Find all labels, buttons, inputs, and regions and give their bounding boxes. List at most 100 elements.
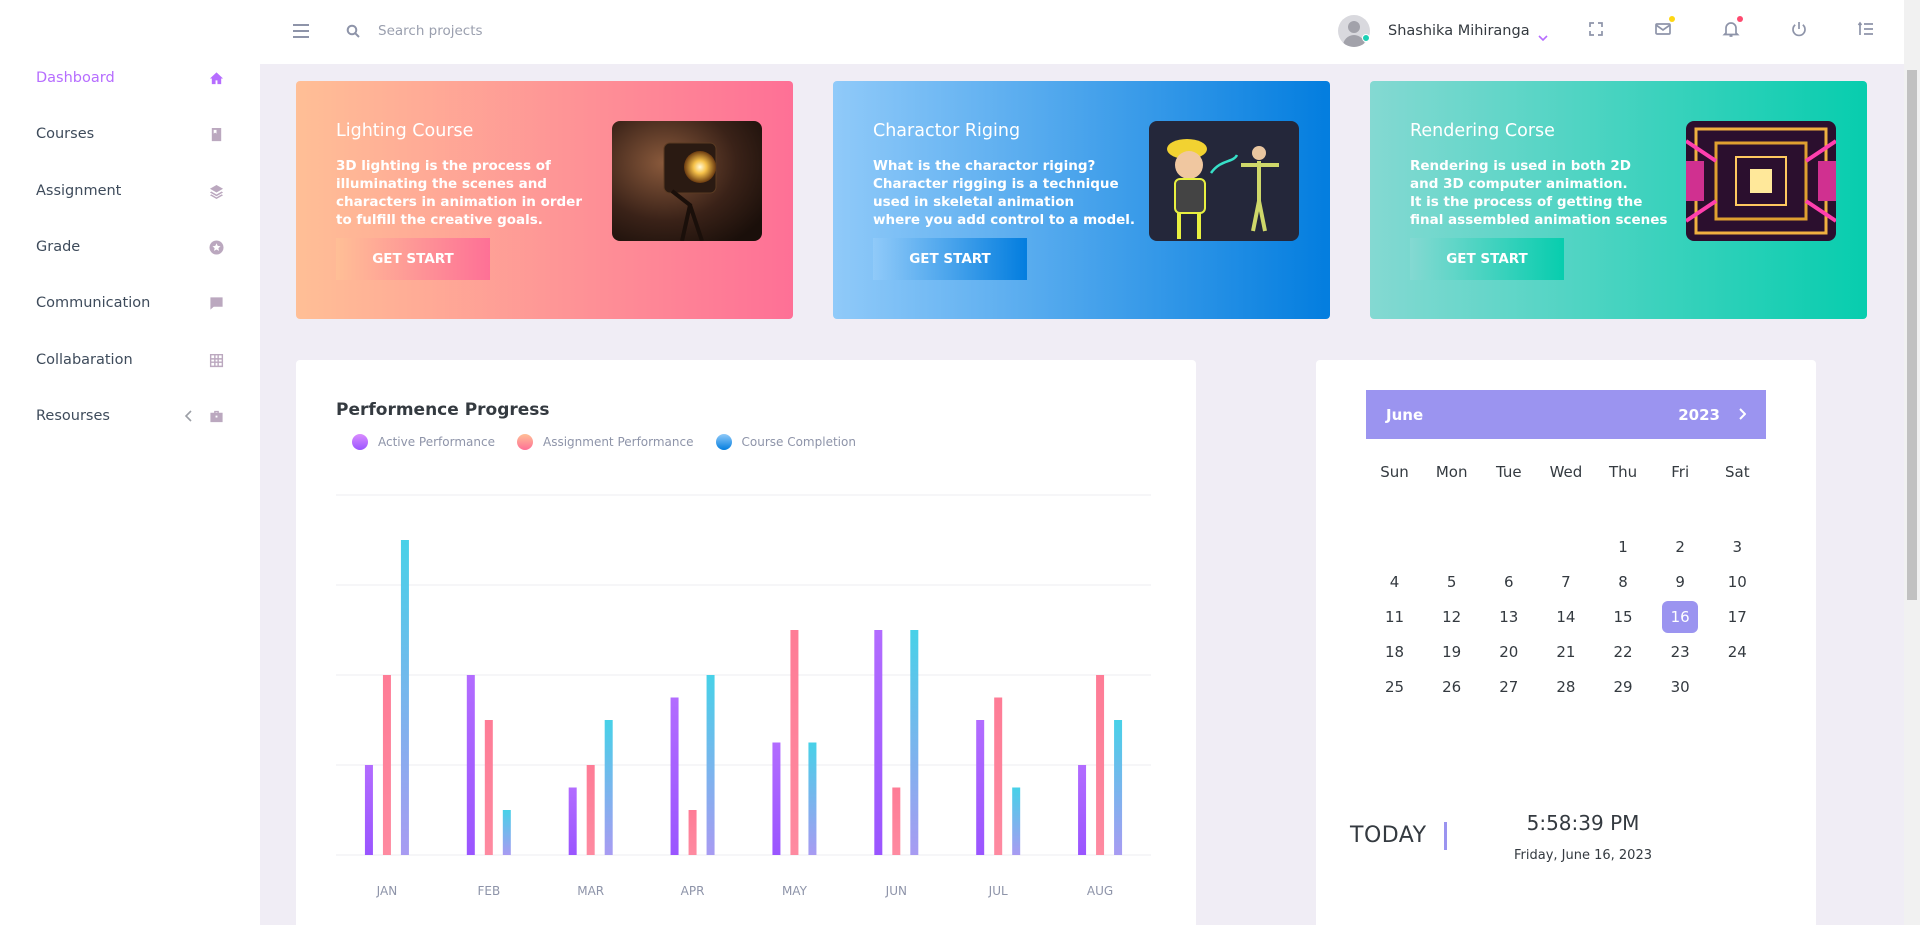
get-start-button[interactable]: GET START	[873, 238, 1027, 280]
home-icon	[208, 70, 224, 86]
mail-icon[interactable]	[1654, 16, 1675, 40]
calendar-day[interactable]: 17	[1709, 601, 1766, 633]
get-start-button[interactable]: GET START	[336, 238, 490, 280]
weekday-label: Mon	[1435, 462, 1468, 481]
calendar-day[interactable]: 13	[1480, 601, 1537, 633]
calendar-day[interactable]: 3	[1709, 531, 1766, 563]
notification-dot	[1737, 16, 1743, 22]
chart-bar[interactable]	[994, 697, 1003, 856]
spotlight-image	[612, 121, 762, 241]
x-tick-label: MAY	[782, 884, 808, 898]
power-icon[interactable]	[1790, 20, 1810, 40]
sidebar: Dashboard Courses Assignment Grade Commu…	[0, 0, 260, 925]
chart-bar[interactable]	[976, 720, 985, 855]
calendar-day[interactable]: 11	[1366, 601, 1423, 633]
calendar-day[interactable]: 28	[1537, 671, 1594, 703]
sidebar-item-label: Assignment	[36, 183, 122, 199]
chart-bar[interactable]	[1096, 675, 1105, 855]
calendar-day[interactable]: 2	[1652, 531, 1709, 563]
sidebar-item-label: Courses	[36, 126, 95, 142]
calendar-day[interactable]: 23	[1652, 636, 1709, 668]
sidebar-item-courses[interactable]: Courses	[36, 114, 224, 154]
chart-bar[interactable]	[1078, 765, 1087, 855]
calendar-day[interactable]: 24	[1709, 636, 1766, 668]
calendar-day[interactable]: 26	[1423, 671, 1480, 703]
calendar-day[interactable]: 27	[1480, 671, 1537, 703]
calendar-day[interactable]: 8	[1595, 566, 1652, 598]
chart-bar[interactable]	[670, 697, 679, 856]
sidebar-item-label: Dashboard	[36, 70, 115, 86]
profile-dropdown[interactable]: Shashika Mihiranga	[1338, 12, 1548, 50]
calendar-day[interactable]: 15	[1595, 601, 1652, 633]
calendar-year: 2023	[1678, 405, 1720, 424]
sidebar-item-dashboard[interactable]: Dashboard	[36, 58, 224, 98]
sidebar-item-grade[interactable]: Grade	[36, 227, 224, 267]
get-start-button[interactable]: GET START	[1410, 238, 1564, 280]
chart-bar[interactable]	[466, 675, 475, 855]
chart-bar[interactable]	[604, 720, 613, 855]
calendar-day[interactable]: 12	[1423, 601, 1480, 633]
calendar-day[interactable]: 14	[1537, 601, 1594, 633]
chart-bar[interactable]	[568, 787, 577, 856]
calendar-day[interactable]: 1	[1595, 531, 1652, 563]
fullscreen-icon[interactable]	[1587, 20, 1607, 40]
calendar-day[interactable]: 22	[1595, 636, 1652, 668]
calendar-day[interactable]: 21	[1537, 636, 1594, 668]
calendar-day[interactable]: 10	[1709, 566, 1766, 598]
chart-bar[interactable]	[364, 765, 373, 855]
calendar-day[interactable]: 20	[1480, 636, 1537, 668]
chart-bar[interactable]	[382, 675, 391, 855]
calendar-day[interactable]: 29	[1595, 671, 1652, 703]
chart-bar[interactable]	[484, 720, 493, 855]
list-icon[interactable]	[1857, 20, 1877, 40]
calendar-day[interactable]: 16	[1662, 600, 1699, 633]
sidebar-item-collabaration[interactable]: Collabaration	[36, 340, 224, 380]
briefcase-icon	[208, 408, 224, 424]
chart-bar[interactable]	[586, 765, 595, 855]
calendar-grid: Sun Mon Tue Wed Thu Fri Sat 1 2 3 4 5 6 7 8 9 10 11 12 13 14…	[1366, 454, 1766, 704]
chart-bar[interactable]	[1012, 787, 1021, 856]
search-icon	[346, 23, 360, 38]
calendar-day[interactable]: 30	[1652, 671, 1709, 703]
calendar-day[interactable]: 25	[1366, 671, 1423, 703]
online-status-dot	[1362, 34, 1370, 42]
rendered-corridor-image	[1686, 121, 1836, 241]
chevron-right-icon[interactable]	[1738, 406, 1747, 424]
search-input[interactable]	[378, 18, 678, 44]
x-tick-label: MAR	[577, 884, 604, 898]
weekday-label: Fri	[1671, 462, 1690, 481]
chart-bar[interactable]	[688, 810, 697, 855]
chart-bar[interactable]	[502, 810, 511, 855]
calendar-day[interactable]: 19	[1423, 636, 1480, 668]
chart-bar[interactable]	[772, 742, 781, 856]
chart-bar[interactable]	[790, 630, 799, 855]
sidebar-item-resourses[interactable]: Resourses	[36, 396, 224, 436]
card-description: What is the charactor riging? Character …	[873, 158, 1136, 228]
calendar-day[interactable]: 9	[1652, 566, 1709, 598]
bell-icon[interactable]	[1722, 16, 1743, 40]
chart-bar[interactable]	[1114, 720, 1123, 855]
clock-time: 5:58:39 PM	[1526, 811, 1640, 835]
sidebar-item-assignment[interactable]: Assignment	[36, 171, 224, 211]
x-tick-label: JUN	[885, 884, 907, 898]
calendar-day[interactable]: 7	[1537, 566, 1594, 598]
sidebar-item-label: Grade	[36, 239, 81, 255]
sidebar-item-communication[interactable]: Communication	[36, 283, 224, 323]
calendar-day[interactable]: 4	[1366, 566, 1423, 598]
page-scrollbar[interactable]	[1904, 0, 1920, 925]
sidebar-item-label: Collabaration	[36, 352, 133, 368]
chevron-left-icon[interactable]	[184, 410, 194, 422]
chart-bar[interactable]	[400, 540, 409, 855]
menu-icon[interactable]	[290, 20, 312, 42]
chart-bar[interactable]	[706, 675, 715, 855]
chevron-down-icon	[1538, 27, 1548, 42]
chart-bar[interactable]	[910, 630, 919, 855]
calendar-day[interactable]: 18	[1366, 636, 1423, 668]
chart-bar[interactable]	[874, 630, 883, 855]
weekday-label: Sat	[1725, 462, 1750, 481]
chart-bar[interactable]	[892, 787, 901, 856]
chart-bar[interactable]	[808, 742, 817, 856]
scrollbar-thumb[interactable]	[1907, 70, 1917, 600]
calendar-day[interactable]: 6	[1480, 566, 1537, 598]
calendar-day[interactable]: 5	[1423, 566, 1480, 598]
